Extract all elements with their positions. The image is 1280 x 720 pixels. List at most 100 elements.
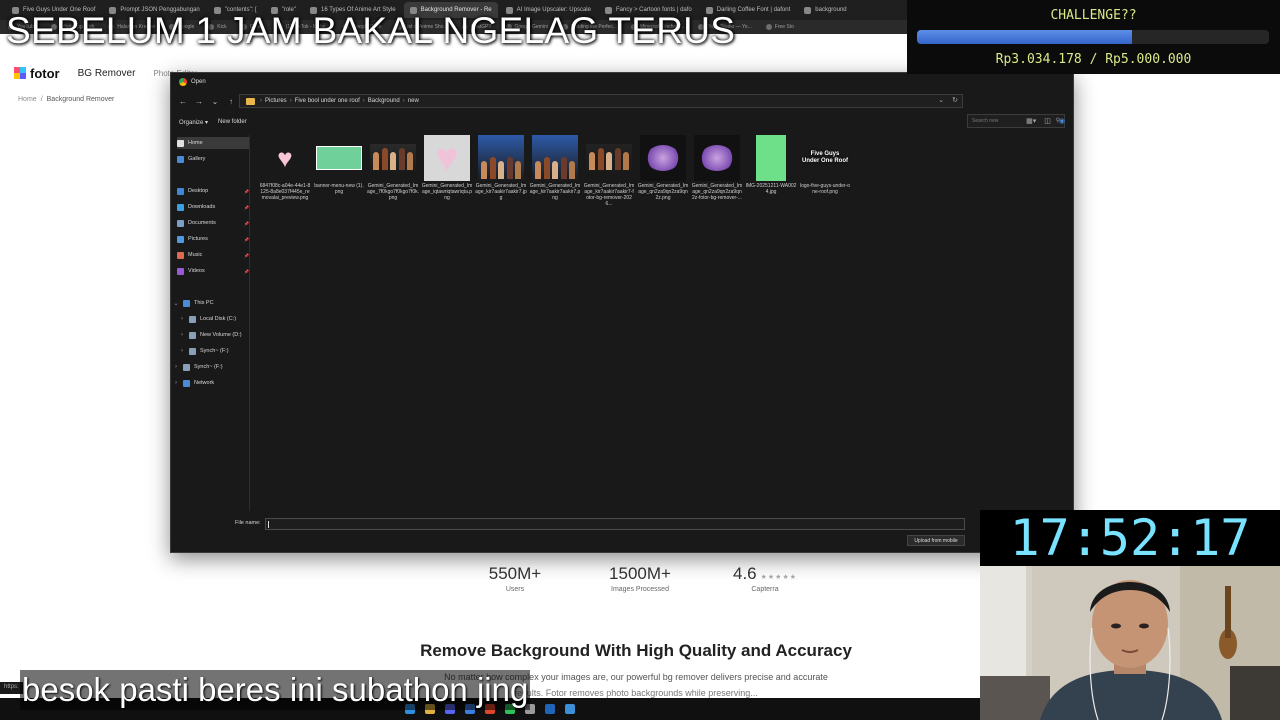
file-item[interactable]: Gemini_Generated_Image_kir7aakir7aakir7.… xyxy=(529,135,581,201)
breadcrumb-separator: / xyxy=(40,96,43,103)
brand-name: fotor xyxy=(30,65,60,81)
breadcrumb-home[interactable]: Home xyxy=(18,96,37,103)
sidebar-item[interactable]: Pictures 📌 xyxy=(177,233,249,245)
tab-favicon-icon xyxy=(804,6,812,14)
stat-label: Images Processed xyxy=(611,586,669,593)
person-figure xyxy=(407,152,413,170)
expand-chevron-icon[interactable]: › xyxy=(179,348,185,354)
address-actions: ⌄ ↻ xyxy=(938,96,958,104)
sidebar-item-label: Network xyxy=(194,380,215,386)
downloads-icon xyxy=(177,203,184,211)
browser-tab[interactable]: background xyxy=(798,2,852,18)
path-segment[interactable]: Pictures xyxy=(265,98,287,104)
recent-chevron-icon[interactable]: ⌄ xyxy=(207,97,223,106)
sidebar-item-label: Documents xyxy=(188,220,216,226)
person-figure xyxy=(535,161,541,179)
expand-chevron-icon[interactable]: › xyxy=(179,332,185,338)
pictures-icon xyxy=(177,235,184,243)
upload-from-mobile-button[interactable]: Upload from mobile xyxy=(907,535,965,546)
bookmark-item[interactable]: Free Sto xyxy=(765,24,794,30)
sidebar-item[interactable]: Documents 📌 xyxy=(177,217,249,229)
person-figure xyxy=(515,161,521,179)
stat-label: Users xyxy=(505,586,525,593)
sidebar-item[interactable]: › New Volume (D:) xyxy=(179,329,249,341)
expand-chevron-icon[interactable]: › xyxy=(179,316,185,322)
rating-stars: ★★★★★ xyxy=(760,574,798,581)
network-icon xyxy=(183,379,190,387)
fotor-logo[interactable]: fotor xyxy=(14,66,60,81)
sidebar-item-label: Home xyxy=(188,140,203,146)
path-segment[interactable]: Five bool under one roof xyxy=(295,98,360,104)
address-dropdown-icon[interactable]: ⌄ xyxy=(938,96,944,104)
sidebar-item[interactable]: Downloads 📌 xyxy=(177,201,249,213)
file-item[interactable]: IMG-20251211-WA0024.jpg xyxy=(745,135,797,195)
breadcrumb-chevron-icon: › xyxy=(362,98,365,104)
documents-icon xyxy=(177,219,184,227)
webcam-feed xyxy=(980,566,1280,720)
organize-button[interactable]: Organize ▾ xyxy=(179,119,208,126)
file-item[interactable]: Gemini_Generated_Image_qn2za9qn2za9qn2z-… xyxy=(691,135,743,201)
up-arrow-icon[interactable]: ↑ xyxy=(223,97,239,106)
sidebar-item[interactable]: › Synch~ (F:) xyxy=(173,361,249,373)
refresh-icon[interactable]: ↻ xyxy=(952,96,958,104)
file-thumbnail xyxy=(640,135,686,181)
sidebar-item[interactable]: Gallery xyxy=(177,153,249,165)
pin-icon: 📌 xyxy=(244,204,249,210)
stream-title-overlay: SEBELUM 1 JAM BAKAL NGELAG TERUS xyxy=(6,10,736,51)
photoshop-icon[interactable] xyxy=(545,704,555,714)
help-icon[interactable]: ◉ xyxy=(1059,117,1065,125)
file-item[interactable]: Gemini_Generated_Image_qn2za9qn2za9qn2z.… xyxy=(637,135,689,201)
file-thumbnail xyxy=(694,135,740,181)
expand-chevron-icon[interactable]: › xyxy=(173,380,179,386)
sidebar-item[interactable]: Videos 📌 xyxy=(177,265,249,277)
file-thumbnail: ♥ xyxy=(262,135,308,181)
sidebar-item[interactable]: ⌄ This PC xyxy=(173,297,249,309)
challenge-progress-bar xyxy=(917,30,1269,44)
view-mode-icon[interactable]: ▦▾ xyxy=(1026,117,1036,125)
sidebar-item[interactable]: Music 📌 xyxy=(177,249,249,261)
path-segment[interactable]: Background xyxy=(368,98,400,104)
address-bar[interactable]: › Pictures › Five bool under one roof › Backg… xyxy=(239,94,963,108)
nav-bg-remover[interactable]: BG Remover xyxy=(78,68,136,79)
logo-text-preview: Five Guys Under One Roof xyxy=(802,151,848,164)
file-list: ♥ 6847f08c-a04e-44e1-8125-8a8e037f445e_re… xyxy=(259,135,1069,505)
drive-icon xyxy=(189,331,196,339)
pin-icon: 📌 xyxy=(244,268,249,274)
file-item[interactable]: Gemini_Generated_Image_kir7aakir7aakir7-… xyxy=(583,135,635,207)
app-icon[interactable] xyxy=(565,704,575,714)
file-item[interactable]: Five Guys Under One Roof logo-five-guys-u… xyxy=(799,135,851,195)
person-figure xyxy=(623,152,629,170)
sidebar-item-label: Local Disk (C:) xyxy=(200,316,237,322)
screen: Five Guys Under One Roof Prompt JSON Peng… xyxy=(0,0,1280,720)
file-thumbnail xyxy=(532,135,578,181)
file-item[interactable]: ♥ Gemini_Generated_Image_iqtawriqtawriqta… xyxy=(421,135,473,201)
expand-chevron-icon[interactable]: ⌄ xyxy=(173,300,179,307)
webcam-image xyxy=(980,566,1280,720)
file-name: Gemini_Generated_Image_7f0kgo7f0kgo7f0k.… xyxy=(367,183,419,201)
stat-value: 4.6 ★★★★★ xyxy=(710,564,820,584)
file-item[interactable]: banner-menu-new (1).png xyxy=(313,135,365,195)
file-name: Gemini_Generated_Image_kir7aakir7aakir7-… xyxy=(583,183,635,207)
sidebar-item[interactable]: Desktop 📌 xyxy=(177,185,249,197)
file-name-input[interactable] xyxy=(265,518,965,530)
file-item[interactable]: Gemini_Generated_Image_7f0kgo7f0kgo7f0k.… xyxy=(367,135,419,201)
file-item[interactable]: ♥ 6847f08c-a04e-44e1-8125-8a8e037f445e_re… xyxy=(259,135,311,202)
sidebar-item[interactable]: › Synch~ (F:) xyxy=(179,345,249,357)
preview-pane-icon[interactable]: ◫ xyxy=(1044,117,1051,125)
sidebar-item[interactable]: › Local Disk (C:) xyxy=(179,313,249,325)
command-bar: Organize ▾ New folder xyxy=(171,115,1073,129)
group-photo-preview xyxy=(370,144,416,172)
back-arrow-icon[interactable]: ← xyxy=(175,97,191,106)
path-segment[interactable]: new xyxy=(408,98,419,104)
file-item[interactable]: Gemini_Generated_Image_kir7aakir7aakir7.… xyxy=(475,135,527,201)
sidebar-item[interactable]: Home xyxy=(177,137,249,149)
forward-arrow-icon[interactable]: → xyxy=(191,97,207,106)
heart-icon: ♥ xyxy=(435,135,459,180)
file-thumbnail xyxy=(316,135,362,181)
new-folder-button[interactable]: New folder xyxy=(218,119,247,125)
sidebar-item[interactable]: › Network xyxy=(173,377,249,389)
file-name: Gemini_Generated_Image_iqtawriqtawriqta.… xyxy=(421,183,473,201)
file-thumbnail xyxy=(586,135,632,181)
expand-chevron-icon[interactable]: › xyxy=(173,364,179,370)
stat-rating: 4.6 ★★★★★ Capterra xyxy=(710,564,820,593)
